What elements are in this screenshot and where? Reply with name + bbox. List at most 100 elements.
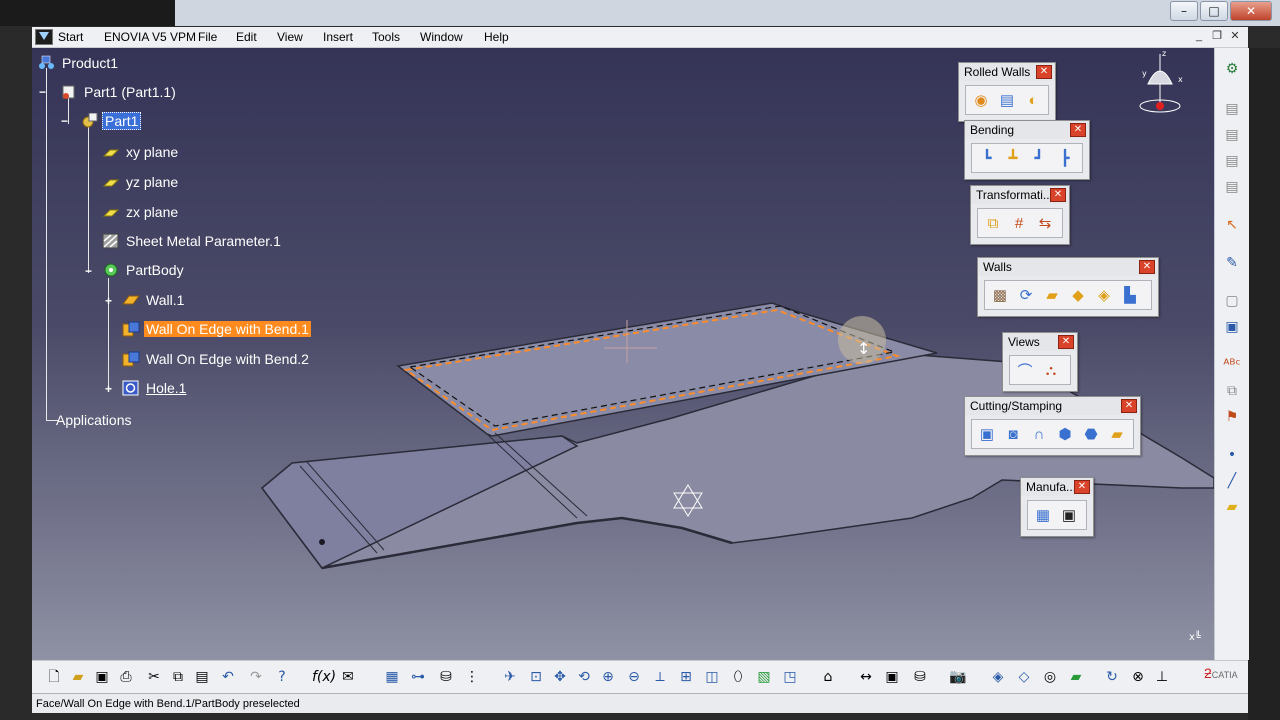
cut-out-icon[interactable]: ▣: [976, 423, 998, 445]
menu-view[interactable]: View: [277, 30, 303, 44]
manufacturing-close-button[interactable]: ✕: [1074, 480, 1090, 494]
tree-node-hole1[interactable]: Hole.1: [122, 380, 188, 396]
measure-between-icon[interactable]: ⌂: [818, 668, 838, 686]
update-icon[interactable]: ⛁: [436, 668, 456, 686]
open-icon[interactable]: ▰: [68, 668, 88, 686]
axis-icon[interactable]: ⊥: [1152, 668, 1172, 686]
menu-enovia[interactable]: ENOVIA V5 VPM: [104, 30, 196, 44]
translation-icon[interactable]: ⇆: [1034, 212, 1056, 234]
doc-minimize-button[interactable]: _: [1192, 29, 1206, 43]
hopper-icon[interactable]: ◉: [970, 89, 992, 111]
new-icon[interactable]: 🗋: [44, 668, 64, 686]
swap-space-icon[interactable]: ◳: [780, 668, 800, 686]
tree-node-yz-plane[interactable]: yz plane: [102, 174, 180, 190]
corner-icon[interactable]: ⬢: [1054, 423, 1076, 445]
point-icon[interactable]: •: [1223, 446, 1241, 464]
expand-hole1-toggle[interactable]: +: [104, 383, 113, 395]
catalog4-icon[interactable]: ▤: [1223, 178, 1241, 196]
measure-item-icon[interactable]: ↔: [856, 668, 876, 686]
knowledge-icon[interactable]: ◈: [988, 668, 1008, 686]
pan-icon[interactable]: ✥: [550, 668, 570, 686]
recognize-icon[interactable]: ⟳: [1015, 284, 1037, 306]
tree-node-part[interactable]: Part1: [80, 112, 142, 130]
line-icon[interactable]: ╱: [1223, 472, 1241, 490]
sheet-metal-parameters-icon[interactable]: ▩: [989, 284, 1011, 306]
formula-icon[interactable]: f(x): [312, 668, 336, 686]
fold-unfold-icon[interactable]: ⌒: [1014, 359, 1036, 381]
tree-node-applications[interactable]: Applications: [54, 412, 134, 428]
menu-tools[interactable]: Tools: [372, 30, 400, 44]
capture-icon[interactable]: 📷: [948, 668, 968, 686]
refresh-icon[interactable]: ↻: [1102, 668, 1122, 686]
paste-icon[interactable]: ▤: [192, 668, 212, 686]
tree-node-partbody[interactable]: PartBody: [102, 262, 186, 278]
text-abc-icon[interactable]: ᴬᴮᶜ: [1223, 356, 1241, 374]
hole-icon[interactable]: ◙: [1002, 423, 1024, 445]
stamping-icon[interactable]: ▰: [1106, 423, 1128, 445]
views-close-button[interactable]: ✕: [1058, 335, 1074, 349]
multi-view-icon[interactable]: ⊞: [676, 668, 696, 686]
save-icon[interactable]: ▣: [92, 668, 112, 686]
zoom-in-icon[interactable]: ⊕: [598, 668, 618, 686]
tree-node-wall-on-edge-1[interactable]: Wall On Edge with Bend.1: [122, 321, 311, 337]
hide-show-icon[interactable]: ▧: [754, 668, 774, 686]
bend-from-flat-icon[interactable]: ◐: [1022, 89, 1044, 111]
tree-node-zx-plane[interactable]: zx plane: [102, 204, 180, 220]
sketch-icon[interactable]: ✎: [1223, 254, 1241, 272]
table-icon[interactable]: ▦: [382, 668, 402, 686]
flat-pattern-icon[interactable]: ▦: [1032, 504, 1054, 526]
rotate-icon[interactable]: ⟲: [574, 668, 594, 686]
apply-material-icon[interactable]: ▣: [882, 668, 902, 686]
catia-app-icon[interactable]: [35, 29, 53, 45]
select-arrow-icon[interactable]: ↖: [1223, 216, 1241, 234]
tree-node-sheet-metal-parameter[interactable]: Sheet Metal Parameter.1: [102, 233, 283, 249]
copy-icon[interactable]: ⧉: [168, 668, 188, 686]
body-icon[interactable]: ▣: [1223, 318, 1241, 336]
normal-view-icon[interactable]: ⟂: [650, 668, 670, 686]
fly-mode-icon[interactable]: ✈: [500, 668, 520, 686]
rolled-wall-icon[interactable]: ▤: [996, 89, 1018, 111]
web-icon[interactable]: ◎: [1040, 668, 1060, 686]
minimize-button[interactable]: –: [1170, 1, 1198, 21]
menu-help[interactable]: Help: [484, 30, 509, 44]
inertia-icon[interactable]: ⛁: [910, 668, 930, 686]
sheet-metal-workbench-icon[interactable]: ⚙: [1223, 60, 1241, 78]
fold-icon[interactable]: ┣: [1054, 147, 1076, 169]
fit-all-icon[interactable]: ⊡: [526, 668, 546, 686]
catalog2-icon[interactable]: ▤: [1223, 126, 1241, 144]
menu-insert[interactable]: Insert: [323, 30, 353, 44]
comment-icon[interactable]: ✉: [338, 668, 358, 686]
tree-node-part-instance[interactable]: Part1 (Part1.1): [60, 84, 178, 100]
doc-close-button[interactable]: ✕: [1228, 29, 1242, 43]
shading-icon[interactable]: ⬯: [728, 668, 748, 686]
cut-icon[interactable]: ✂: [144, 668, 164, 686]
menu-window[interactable]: Window: [420, 30, 463, 44]
walls-close-button[interactable]: ✕: [1139, 260, 1155, 274]
scan-icon[interactable]: ⋮: [462, 668, 482, 686]
compass[interactable]: z y x: [1130, 48, 1190, 120]
corner-relief-icon[interactable]: ∩: [1028, 423, 1050, 445]
mirror-icon[interactable]: ⧉: [982, 212, 1004, 234]
zoom-out-icon[interactable]: ⊖: [624, 668, 644, 686]
undo-icon[interactable]: ↶: [218, 668, 238, 686]
bend-icon[interactable]: ┗: [976, 147, 998, 169]
chamfer-icon[interactable]: ⬣: [1080, 423, 1102, 445]
bending-close-button[interactable]: ✕: [1070, 123, 1086, 137]
cutting-stamping-close-button[interactable]: ✕: [1121, 399, 1137, 413]
unfold-icon[interactable]: ┛: [1028, 147, 1050, 169]
constraint-icon[interactable]: ⧉: [1223, 382, 1241, 400]
menu-file[interactable]: File: [198, 30, 217, 44]
transformations-close-button[interactable]: ✕: [1050, 188, 1066, 202]
tree-node-wall-on-edge-2[interactable]: Wall On Edge with Bend.2: [122, 351, 311, 367]
3d-viewport[interactable]: ↕ Product1 − Part1 (Part1.1) − Part1 xy …: [32, 48, 1214, 660]
help-icon[interactable]: ?: [272, 668, 292, 686]
collapse-part-toggle[interactable]: −: [60, 115, 69, 127]
close-window-button[interactable]: ✕: [1230, 1, 1272, 21]
save-dxf-icon[interactable]: ▣: [1058, 504, 1080, 526]
tree-node-product[interactable]: Product1: [38, 55, 120, 71]
tree-icon[interactable]: ⊶: [408, 668, 428, 686]
catalog3-icon[interactable]: ▤: [1223, 152, 1241, 170]
pattern-icon[interactable]: #: [1008, 212, 1030, 234]
wall-on-edge-icon[interactable]: ▙: [1119, 284, 1141, 306]
extrusion-icon[interactable]: ◆: [1067, 284, 1089, 306]
